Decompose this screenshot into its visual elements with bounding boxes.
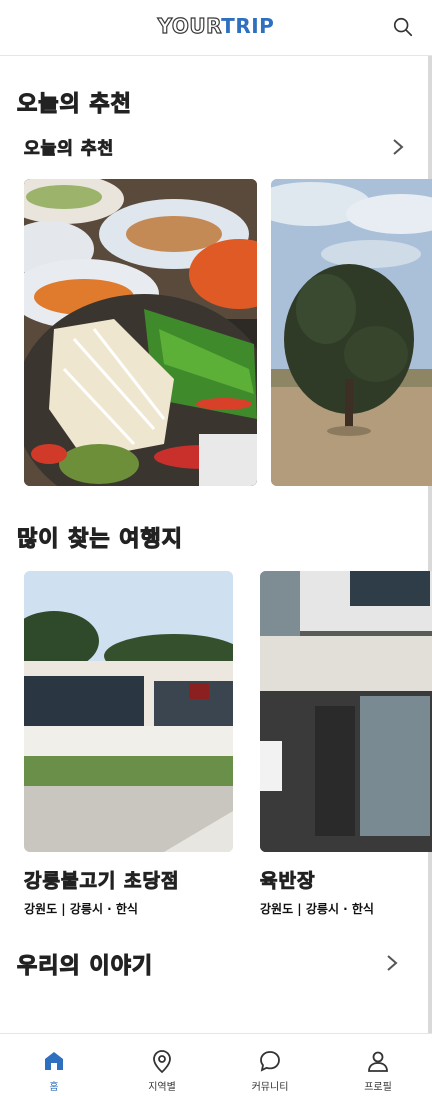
nav-item-community[interactable]: 커뮤니티 [216,1034,324,1096]
logo-trip: TRIP [221,14,275,38]
popular-card-2-image[interactable] [260,571,432,852]
chevron-right-icon[interactable] [384,952,400,974]
today-subheader-row[interactable]: 오늘의 추천 [22,134,412,160]
app-header: YOURTRIP [0,0,432,56]
home-icon [45,1052,63,1070]
nav-label-community: 커뮤니티 [251,1082,289,1093]
bottom-navigation: 홈 지역별 커뮤니티 프로필 [0,1033,432,1096]
popular-card-1-image[interactable] [24,571,233,852]
today-card-food-image[interactable] [24,179,257,486]
today-section-title: 오늘의 추천 [16,91,132,117]
logo[interactable]: YOURTRIP [0,13,432,38]
nav-item-profile[interactable]: 프로필 [324,1034,432,1096]
popular-card-1-name[interactable]: 강릉불고기 초당점 [24,866,179,893]
nav-label-home: 홈 [49,1082,59,1093]
popular-card-1-meta: 강원도 | 강릉시 · 한식 [24,902,138,916]
nav-item-home[interactable]: 홈 [0,1034,108,1096]
popular-section-title: 많이 찾는 여행지 [16,526,183,552]
nav-label-region: 지역별 [148,1082,176,1093]
nav-item-region[interactable]: 지역별 [108,1034,216,1096]
logo-your: YOUR [157,13,222,38]
popular-card-2-name[interactable]: 육반장 [260,866,315,893]
story-section-title: 우리의 이야기 [16,953,154,979]
location-pin-icon [153,1050,171,1074]
today-card-tree-image[interactable] [271,179,432,486]
today-subtitle: 오늘의 추천 [24,139,115,160]
popular-card-2-meta: 강원도 | 강릉시 · 한식 [260,902,374,916]
search-icon[interactable] [392,16,414,38]
chevron-right-icon[interactable] [390,136,406,158]
profile-icon [368,1051,388,1072]
nav-label-profile: 프로필 [364,1082,392,1093]
chat-bubble-icon [260,1051,280,1072]
